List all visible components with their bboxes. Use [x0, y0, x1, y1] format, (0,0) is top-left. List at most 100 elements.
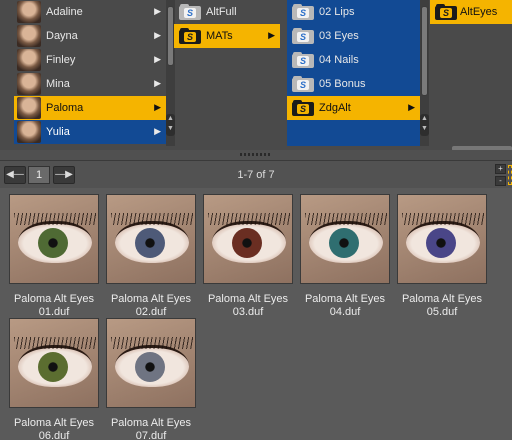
list-item-yulia[interactable]: Yulia ▶ [14, 120, 166, 144]
asset-tile[interactable]: Paloma Alt Eyes 07.duf [106, 318, 196, 440]
folder-icon: S [292, 52, 314, 68]
asset-name: Paloma Alt Eyes [13, 293, 95, 305]
asset-filename: 03.duf [232, 306, 264, 318]
panel-splitter[interactable] [0, 150, 512, 160]
iris [38, 228, 68, 258]
folder-mats[interactable]: S MATs ▶ [174, 24, 280, 48]
asset-name: Paloma Alt Eyes [110, 293, 192, 305]
asset-caption[interactable]: Paloma Alt Eyes 07.duf [102, 417, 200, 440]
folder-label: 05 Bonus [319, 78, 366, 90]
iris [38, 352, 68, 382]
list-item-label: Finley [46, 54, 76, 66]
splitter-grip-icon [240, 153, 272, 156]
folder-altfull[interactable]: S AltFull [174, 0, 280, 24]
eye-image [212, 221, 286, 263]
eye-image [115, 345, 189, 387]
list-item-finley[interactable]: Finley ▶ [14, 48, 166, 72]
folder-label: AltFull [206, 6, 237, 18]
avatar [17, 25, 41, 47]
iris [232, 228, 262, 258]
asset-name: Paloma Alt Eyes [304, 293, 386, 305]
character-list: Adaline ▶ Dayna ▶ Finley ▶ Mina ▶ Paloma… [14, 0, 166, 146]
asset-caption[interactable]: Paloma Alt Eyes 01.duf [5, 293, 103, 319]
folder-icon: S [179, 4, 201, 20]
asset-caption[interactable]: Paloma Alt Eyes 02.duf [102, 293, 200, 319]
content-browser: Adaline ▶ Dayna ▶ Finley ▶ Mina ▶ Paloma… [0, 0, 512, 151]
folder-zdgalt[interactable]: S ZdgAlt ▶ [287, 96, 420, 120]
eye-image [18, 221, 92, 263]
folder-03-eyes[interactable]: S 03 Eyes [287, 24, 420, 48]
list-item-adaline[interactable]: Adaline ▶ [14, 0, 166, 24]
asset-tile[interactable]: Paloma Alt Eyes 06.duf [9, 318, 99, 440]
avatar [17, 1, 41, 23]
list-item-label: Mina [46, 78, 70, 90]
folder-icon: S [292, 76, 314, 92]
asset-tile[interactable]: Paloma Alt Eyes 03.duf [203, 194, 293, 318]
iris [135, 228, 165, 258]
folder-label: 04 Nails [319, 54, 359, 66]
eyelash [14, 213, 96, 225]
mats-list: S 02 Lips S 03 Eyes S 04 Nails S 05 Bonu… [287, 0, 420, 146]
folder-icon: S [179, 28, 201, 44]
subfolder-list: S AltFull S MATs ▶ [174, 0, 280, 146]
eye-thumbnail[interactable] [203, 194, 293, 284]
folder-icon: S [292, 28, 314, 44]
list-item-paloma[interactable]: Paloma ▶ [14, 96, 166, 120]
eye-thumbnail[interactable] [9, 194, 99, 284]
page-info: 1-7 of 7 [237, 169, 275, 181]
asset-tile[interactable]: Paloma Alt Eyes 02.duf [106, 194, 196, 318]
folder-04-nails[interactable]: S 04 Nails [287, 48, 420, 72]
list-item-mina[interactable]: Mina ▶ [14, 72, 166, 96]
panel-edge-handle[interactable] [508, 165, 512, 185]
zoom-in-button[interactable]: + [495, 164, 506, 174]
folder-05-bonus[interactable]: S 05 Bonus [287, 72, 420, 96]
asset-filename: 07.duf [135, 430, 167, 440]
folder-alteyes[interactable]: S AltEyes [430, 0, 512, 24]
eyelash [111, 337, 193, 349]
expand-arrow-icon[interactable]: ▶ [154, 30, 161, 41]
expand-arrow-icon[interactable]: ▶ [268, 30, 275, 41]
expand-arrow-icon[interactable]: ▶ [154, 126, 161, 137]
eyelash [111, 213, 193, 225]
list-item-dayna[interactable]: Dayna ▶ [14, 24, 166, 48]
asset-tile[interactable]: Paloma Alt Eyes 01.duf [9, 194, 99, 318]
asset-caption[interactable]: Paloma Alt Eyes 03.duf [199, 293, 297, 319]
asset-tile[interactable]: Paloma Alt Eyes 04.duf [300, 194, 390, 318]
folder-icon: S [292, 4, 314, 20]
eyelash [402, 213, 484, 225]
asset-filename: 04.duf [329, 306, 361, 318]
scrollbar-thumb[interactable] [421, 6, 428, 96]
folder-label: AltEyes [460, 6, 498, 18]
eye-thumbnail[interactable] [106, 318, 196, 408]
eyelash [305, 213, 387, 225]
asset-tile[interactable]: Paloma Alt Eyes 05.duf [397, 194, 487, 318]
eye-thumbnail[interactable] [9, 318, 99, 408]
asset-name: Paloma Alt Eyes [13, 417, 95, 429]
avatar [17, 97, 41, 119]
iris [426, 228, 456, 258]
folder-02-lips[interactable]: S 02 Lips [287, 0, 420, 24]
asset-caption[interactable]: Paloma Alt Eyes 05.duf [393, 293, 491, 319]
expand-arrow-icon[interactable]: ▶ [408, 102, 415, 113]
eye-thumbnail[interactable] [106, 194, 196, 284]
scrollbar-thumb[interactable] [167, 6, 174, 66]
eye-image [309, 221, 383, 263]
asset-caption[interactable]: Paloma Alt Eyes 04.duf [296, 293, 394, 319]
eye-thumbnail[interactable] [300, 194, 390, 284]
expand-arrow-icon[interactable]: ▶ [154, 78, 161, 89]
zoom-out-button[interactable]: - [495, 176, 506, 186]
iris [329, 228, 359, 258]
expand-arrow-icon[interactable]: ▶ [154, 6, 161, 17]
expand-arrow-icon[interactable]: ▶ [154, 54, 161, 65]
list-item-label: Dayna [46, 30, 78, 42]
list-item-label: Yulia [46, 126, 70, 138]
scroll-buttons[interactable]: ▲ ▼ [420, 114, 429, 136]
folder-icon: S [292, 100, 314, 116]
pagination-toolbar: ◀— 1 —▶ 1-7 of 7 + - [0, 160, 512, 188]
iris [135, 352, 165, 382]
mats-list-scrollbar[interactable]: ▲ ▼ [420, 0, 429, 146]
expand-arrow-icon[interactable]: ▶ [154, 102, 161, 113]
asset-caption[interactable]: Paloma Alt Eyes 06.duf [5, 417, 103, 440]
eye-image [115, 221, 189, 263]
eye-thumbnail[interactable] [397, 194, 487, 284]
